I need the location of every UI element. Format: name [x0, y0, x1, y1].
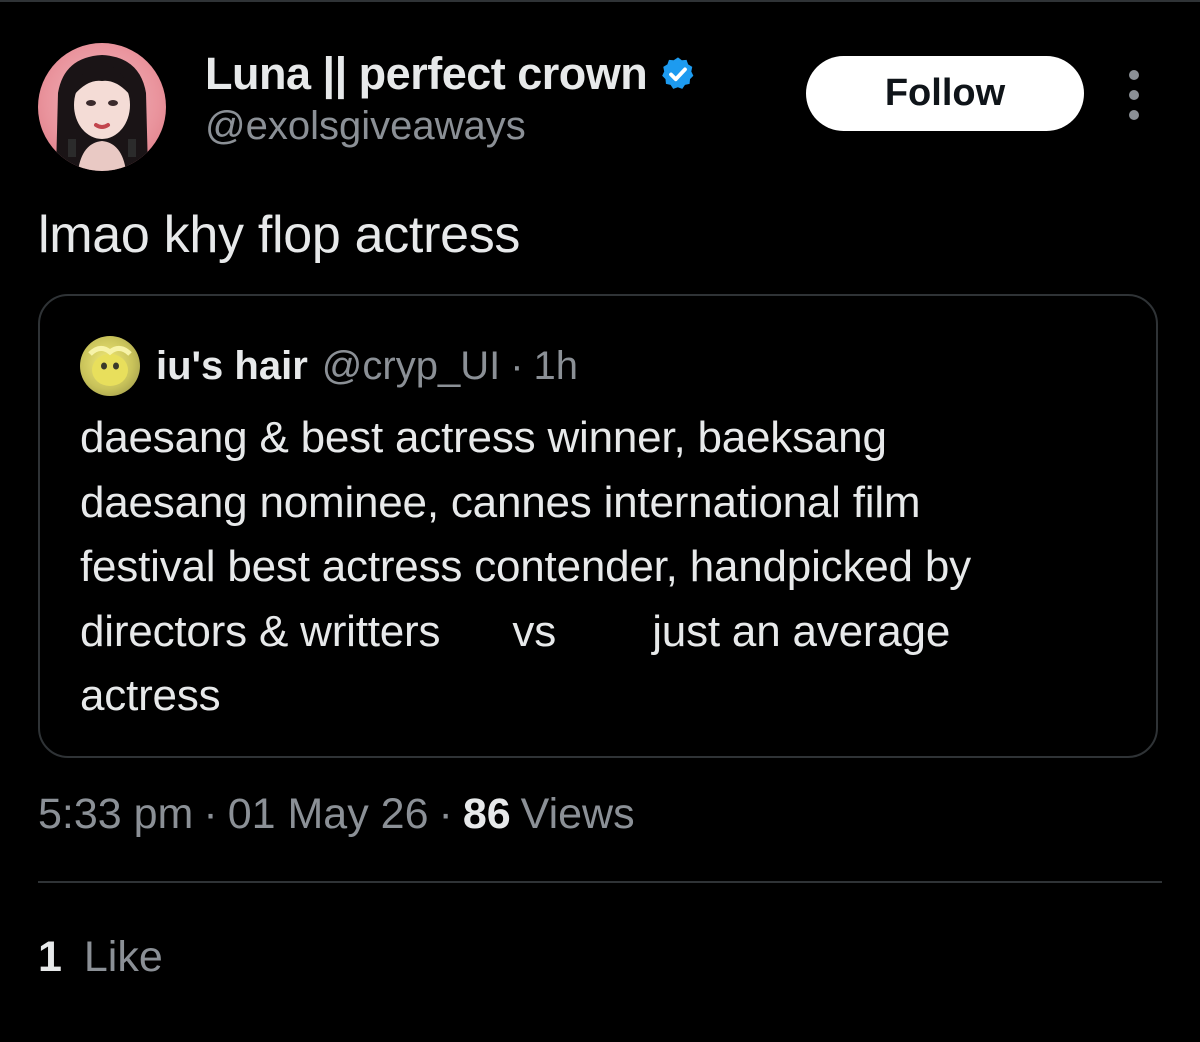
quoted-tweet-card[interactable]: iu's hair @cryp_UI · 1h daesang & best a…: [38, 294, 1158, 758]
tweet-date[interactable]: 01 May 26: [228, 790, 429, 839]
more-dots-icon[interactable]: [1120, 70, 1148, 120]
user-avatar-photo-icon: [56, 55, 148, 171]
quoted-time[interactable]: 1h: [534, 344, 579, 389]
likes-count: 1: [38, 933, 62, 981]
more-dot: [1129, 90, 1139, 100]
quoted-user-avatar[interactable]: [80, 336, 140, 396]
meta-separator: ·: [438, 790, 453, 838]
likes-label: Like: [83, 933, 163, 981]
author-info: Luna || perfect crown @exolsgiveaways: [205, 48, 697, 149]
author-display-name[interactable]: Luna || perfect crown: [205, 48, 648, 100]
author-avatar[interactable]: [38, 43, 166, 171]
more-dot: [1129, 70, 1139, 80]
top-divider: [0, 0, 1200, 2]
author-name-row: Luna || perfect crown: [205, 48, 697, 100]
engagement-divider: [38, 881, 1162, 883]
tweet-text: lmao khy flop actress: [38, 206, 521, 264]
quoted-tweet-body: daesang & best actress winner, baeksang …: [80, 413, 971, 720]
quoted-user-avatar-photo-icon: [88, 346, 132, 386]
follow-button[interactable]: Follow: [806, 56, 1084, 131]
quoted-separator: ·: [510, 343, 524, 388]
meta-separator: ·: [203, 790, 218, 838]
quoted-tweet-header: iu's hair @cryp_UI · 1h: [80, 336, 578, 396]
quoted-display-name[interactable]: iu's hair: [156, 344, 308, 389]
views-label[interactable]: Views: [521, 790, 635, 839]
more-dot: [1129, 110, 1139, 120]
verified-badge-icon: [662, 57, 694, 89]
tweet-meta: 5:33 pm · 01 May 26 · 86 Views: [38, 790, 635, 839]
tweet-time[interactable]: 5:33 pm: [38, 790, 193, 839]
quoted-handle[interactable]: @cryp_UI: [322, 344, 500, 389]
views-count[interactable]: 86: [463, 790, 511, 839]
author-handle[interactable]: @exolsgiveaways: [205, 104, 697, 149]
likes-stat[interactable]: 1 Like: [38, 933, 163, 982]
